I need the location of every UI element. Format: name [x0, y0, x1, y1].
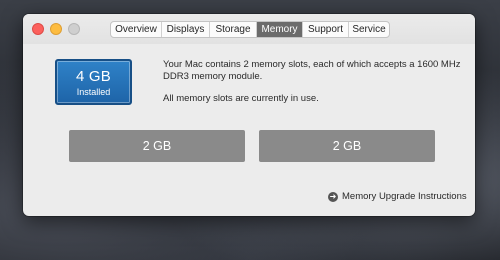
tab-support[interactable]: Support — [303, 22, 349, 37]
arrow-circle-right-icon: ➜ — [328, 191, 338, 202]
zoom-window-icon[interactable] — [68, 23, 80, 35]
tab-service[interactable]: Service — [349, 22, 389, 37]
memory-upgrade-link[interactable]: ➜ Memory Upgrade Instructions — [328, 191, 467, 202]
tab-overview[interactable]: Overview — [111, 22, 162, 37]
tab-memory[interactable]: Memory — [257, 22, 303, 37]
tab-bar: Overview Displays Storage Memory Support… — [110, 21, 390, 38]
memory-summary-icon: 4 GB Installed — [55, 59, 132, 105]
memory-total-size: 4 GB — [76, 68, 111, 85]
memory-slot-1: 2 GB — [69, 130, 245, 162]
close-window-icon[interactable] — [32, 23, 44, 35]
tab-storage[interactable]: Storage — [210, 22, 257, 37]
about-this-mac-window: Overview Displays Storage Memory Support… — [23, 14, 475, 216]
memory-installed-label: Installed — [76, 87, 111, 97]
tab-displays[interactable]: Displays — [162, 22, 210, 37]
memory-description: Your Mac contains 2 memory slots, each o… — [163, 59, 463, 105]
memory-slots-status: All memory slots are currently in use. — [163, 93, 319, 104]
title-bar: Overview Displays Storage Memory Support… — [23, 14, 475, 44]
memory-slot-2: 2 GB — [259, 130, 435, 162]
minimize-window-icon[interactable] — [50, 23, 62, 35]
memory-slots-info: Your Mac contains 2 memory slots, each o… — [163, 59, 461, 82]
memory-upgrade-label: Memory Upgrade Instructions — [342, 191, 467, 202]
